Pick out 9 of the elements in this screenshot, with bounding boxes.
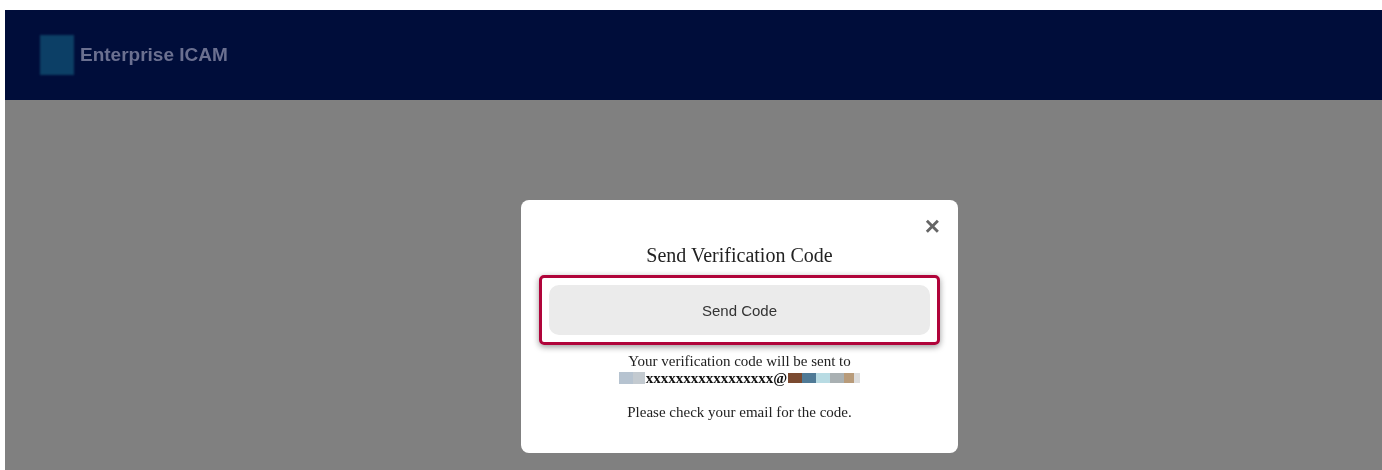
logo-text: Enterprise ICAM	[80, 44, 228, 66]
dialog-title: Send Verification Code	[646, 244, 833, 267]
email-text: xxxxxxxxxxxxxxxxx@	[645, 370, 788, 386]
send-code-button[interactable]: Send Code	[549, 285, 930, 335]
logo-icon	[40, 35, 74, 75]
close-button[interactable]: ×	[924, 214, 940, 238]
message-text: Your verification code will be sent to	[628, 353, 851, 370]
note-text: Please check your email for the code.	[627, 404, 852, 421]
redaction-drawing	[618, 372, 645, 384]
